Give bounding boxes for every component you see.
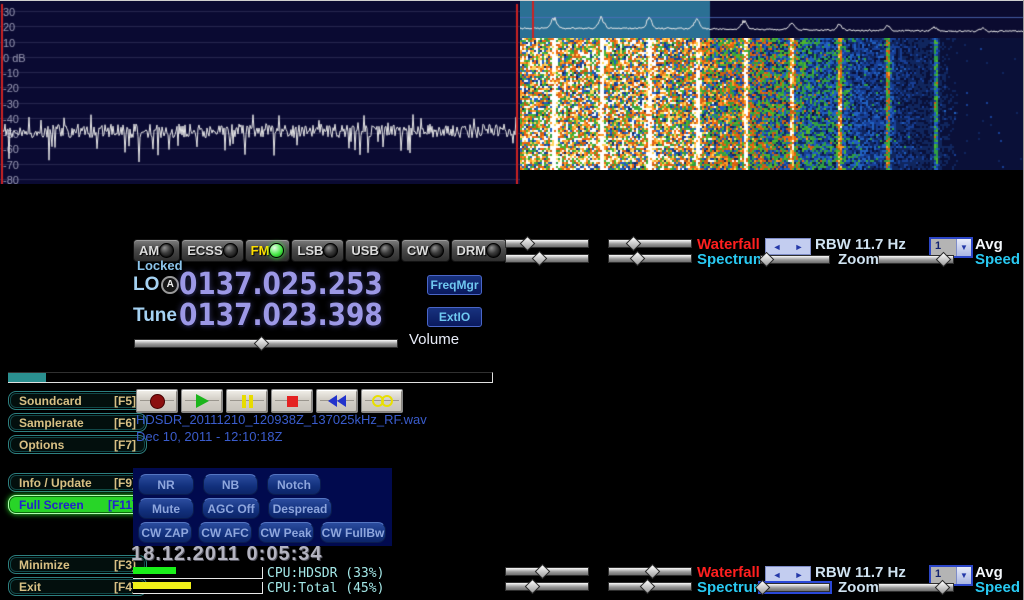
lo-frequency-row: LOA 0137.025.253	[133, 269, 411, 300]
play-icon	[196, 394, 209, 408]
mode-button-ecss[interactable]: ECSS	[181, 239, 243, 262]
nb-button[interactable]: NB	[203, 474, 258, 495]
arrow-left-icon[interactable]: ◄	[773, 242, 782, 252]
mode-button-lsb[interactable]: LSB	[291, 239, 344, 262]
mode-led-icon	[159, 243, 174, 258]
speed-slider[interactable]	[878, 582, 954, 593]
mute-button[interactable]: Mute	[138, 498, 194, 519]
options-button[interactable]: Options[F7]	[8, 435, 147, 454]
tune-frequency-value[interactable]: 0137.023.398	[179, 298, 383, 333]
rewind-button[interactable]	[316, 389, 358, 413]
despread-button[interactable]: Despread	[268, 498, 332, 519]
waterfall-lower-level-slider[interactable]	[608, 238, 692, 249]
spectrum-lower-level-slider[interactable]	[608, 253, 692, 264]
lo-frequency-value[interactable]: 0137.025.253	[179, 267, 383, 302]
zoom-label: Zoom	[838, 579, 879, 596]
loop-button[interactable]	[361, 389, 403, 413]
auto-badge[interactable]: A	[161, 276, 179, 294]
window-frame-top	[0, 0, 1024, 1]
tune-label: Tune	[133, 305, 179, 327]
stop-icon	[287, 396, 298, 407]
mode-button-row: AM ECSS FM LSB USB CW DRM	[133, 239, 490, 262]
zoom-slider[interactable]	[760, 582, 830, 593]
nr-button[interactable]: NR	[138, 474, 194, 495]
record-button[interactable]	[136, 389, 178, 413]
display-controls-top: Waterfall ◄ ► RBW 11.7 Hz 1 ▼ Avg Spectr…	[497, 238, 1024, 268]
freqmgr-button[interactable]: FreqMgr	[427, 275, 482, 295]
mode-button-cw[interactable]: CW	[401, 239, 450, 262]
record-icon	[150, 394, 165, 409]
mode-led-icon	[323, 243, 338, 258]
date-time-display: 18.12.2011 0:05:34	[131, 543, 323, 566]
mode-led-icon	[269, 243, 284, 258]
spectrum-upper-level-slider[interactable]	[505, 581, 589, 592]
rewind-icon	[328, 395, 346, 407]
cpu-total-label: CPU:Total (45%)	[267, 581, 384, 596]
arrow-right-icon[interactable]: ►	[795, 242, 804, 252]
cw-afc-button[interactable]: CW AFC	[198, 522, 252, 543]
extio-button[interactable]: ExtIO	[427, 307, 482, 327]
chevron-down-icon[interactable]: ▼	[956, 239, 971, 256]
exit-button[interactable]: Exit[F4]	[8, 577, 147, 596]
mode-button-fm[interactable]: FM	[245, 239, 291, 262]
cpu-total-bar	[133, 582, 263, 594]
waterfall-upper-level-slider[interactable]	[505, 566, 589, 577]
dsp-panel: NR NB Notch Mute AGC Off Despread CW ZAP…	[133, 468, 392, 546]
arrow-left-icon[interactable]: ◄	[773, 570, 782, 580]
info-update-button[interactable]: Info / Update[F9]	[8, 473, 147, 492]
speed-slider[interactable]	[878, 254, 954, 265]
mode-button-usb[interactable]: USB	[345, 239, 399, 262]
waterfall-lower-level-slider[interactable]	[608, 566, 692, 577]
af-spectrum-display[interactable]	[0, 0, 520, 184]
transport-controls	[136, 389, 403, 413]
cw-fullbw-button[interactable]: CW FullBw	[320, 522, 386, 543]
playback-progress-bar[interactable]	[8, 372, 493, 383]
speed-label: Speed	[975, 579, 1020, 596]
volume-label: Volume	[409, 331, 459, 348]
cw-zap-button[interactable]: CW ZAP	[138, 522, 192, 543]
pause-button[interactable]	[226, 389, 268, 413]
play-button[interactable]	[181, 389, 223, 413]
zoom-label: Zoom	[838, 251, 879, 268]
spectrum-upper-level-slider[interactable]	[505, 253, 589, 264]
lo-label: LO	[133, 274, 159, 296]
tune-frequency-row: Tune 0137.023.398	[133, 300, 411, 331]
arrow-right-icon[interactable]: ►	[795, 570, 804, 580]
recording-date: Dec 10, 2011 - 12:10:18Z	[136, 429, 282, 444]
progress-fill	[8, 373, 46, 382]
cpu-hdsdr-label: CPU:HDSDR (33%)	[267, 566, 384, 581]
mode-led-icon	[429, 243, 444, 258]
samplerate-button[interactable]: Samplerate[F6]	[8, 413, 147, 432]
spectrum-label: Spectrum	[697, 251, 766, 268]
volume-slider[interactable]	[134, 338, 398, 349]
mode-led-icon	[379, 243, 394, 258]
minimize-button[interactable]: Minimize[F3]	[8, 555, 147, 574]
notch-button[interactable]: Notch	[267, 474, 321, 495]
waterfall-shift-control[interactable]: ◄ ►	[765, 238, 811, 255]
agc-off-button[interactable]: AGC Off	[202, 498, 260, 519]
recording-filename: HDSDR_20111210_120938Z_137025kHz_RF.wav	[136, 412, 427, 427]
loop-icon	[372, 395, 393, 407]
pause-icon	[242, 395, 253, 408]
fullscreen-button[interactable]: Full Screen[F11]	[8, 495, 147, 514]
stop-button[interactable]	[271, 389, 313, 413]
cw-peak-button[interactable]: CW Peak	[258, 522, 314, 543]
speed-label: Speed	[975, 251, 1020, 268]
zoom-slider[interactable]	[760, 254, 830, 265]
display-controls-bottom: Waterfall ◄ ► RBW 11.7 Hz 1 ▼ Avg Spectr…	[497, 566, 1024, 596]
soundcard-button[interactable]: Soundcard[F5]	[8, 391, 147, 410]
mode-led-icon	[223, 243, 238, 258]
waterfall-upper-level-slider[interactable]	[505, 238, 589, 249]
waterfall-shift-control[interactable]: ◄ ►	[765, 566, 811, 583]
chevron-down-icon[interactable]: ▼	[956, 567, 971, 584]
spectrum-lower-level-slider[interactable]	[608, 581, 692, 592]
cpu-hdsdr-bar	[133, 567, 263, 579]
